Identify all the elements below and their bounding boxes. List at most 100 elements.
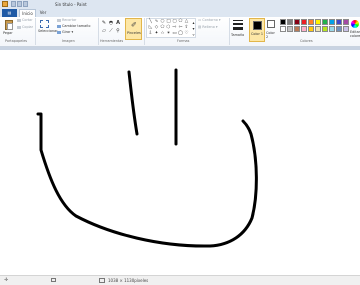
tools-group-label: Herramientas	[100, 39, 124, 43]
color-wheel-icon	[351, 20, 359, 28]
fill-button[interactable]: ▧ Relleno ▾	[198, 25, 218, 29]
rectangle-shape-icon[interactable]: □	[166, 19, 171, 24]
palette-swatch[interactable]	[322, 19, 328, 25]
line-shape-icon[interactable]: ╲	[148, 19, 153, 24]
scissors-icon	[17, 18, 21, 22]
oval-shape-icon[interactable]: ○	[160, 19, 165, 24]
drawing-canvas[interactable]	[0, 50, 360, 275]
paint-app-icon[interactable]	[2, 1, 8, 7]
color-palette	[280, 19, 350, 41]
palette-swatch[interactable]	[280, 26, 286, 32]
workspace	[0, 47, 360, 275]
redo-quick-icon[interactable]	[23, 1, 28, 7]
tab-home[interactable]: Inicio	[19, 9, 36, 17]
triangle-shape-icon[interactable]: △	[184, 19, 189, 24]
tab-view[interactable]: Ver	[37, 9, 49, 17]
palette-swatch[interactable]	[336, 19, 342, 25]
left-eye-stroke	[127, 70, 139, 136]
expand-gallery-icon[interactable]: ▿	[191, 32, 196, 37]
color-picker-icon[interactable]: ⟋	[108, 28, 114, 34]
color2-label: Color 2	[266, 31, 275, 39]
size-button[interactable]: Tamaño	[231, 18, 245, 40]
rounded-rect-shape-icon[interactable]: ▢	[172, 19, 177, 24]
scroll-down-icon[interactable]: ▾	[191, 26, 196, 31]
cut-button[interactable]: Cortar	[17, 18, 33, 22]
palette-swatch[interactable]	[287, 19, 293, 25]
heart-shape-icon[interactable]: ♡	[184, 31, 189, 36]
rotate-label: Girar	[62, 30, 71, 34]
star-four-shape-icon[interactable]: ✦	[154, 31, 159, 36]
brushes-button[interactable]: ✐ Pinceles	[125, 18, 142, 40]
palette-swatch[interactable]	[301, 19, 307, 25]
star-six-shape-icon[interactable]: ✶	[166, 31, 171, 36]
thick-line-icon	[233, 27, 243, 30]
shapes-group-label: Formas	[177, 39, 190, 43]
palette-swatch[interactable]	[343, 26, 349, 32]
palette-swatch[interactable]	[294, 26, 300, 32]
palette-swatch[interactable]	[329, 19, 335, 25]
crop-icon	[57, 18, 61, 22]
pentagon-shape-icon[interactable]: ⬠	[160, 25, 165, 30]
palette-swatch[interactable]	[294, 19, 300, 25]
fill-bucket-icon[interactable]: ◓	[108, 20, 114, 26]
crop-label: Recortar	[62, 18, 77, 22]
brush-icon: ✐	[131, 21, 137, 29]
save-quick-icon[interactable]	[11, 1, 16, 7]
up-arrow-shape-icon[interactable]: ⇧	[184, 25, 189, 30]
fill-label: Relleno	[202, 25, 215, 29]
text-tool-icon[interactable]: A	[115, 20, 121, 26]
palette-swatch[interactable]	[329, 26, 335, 32]
window-title: Sin título - Paint	[55, 2, 87, 7]
paste-button[interactable]: Pegar	[3, 19, 15, 35]
diamond-shape-icon[interactable]: ◇	[154, 25, 159, 30]
selection-icon	[40, 20, 49, 28]
right-arrow-shape-icon[interactable]: ⇨	[172, 25, 177, 30]
hexagon-shape-icon[interactable]: ⬡	[166, 25, 171, 30]
palette-swatch[interactable]	[315, 19, 321, 25]
oval-callout-shape-icon[interactable]: ◯	[178, 31, 183, 36]
magnifier-icon[interactable]: ⚲	[115, 28, 121, 34]
ribbon: Pegar Cortar Copiar Portapapeles Selecci…	[0, 17, 360, 47]
edit-colors-button[interactable]: Editar colores	[350, 19, 360, 41]
copy-button[interactable]: Copiar	[17, 25, 33, 29]
cursor-position-icon: ✛	[4, 277, 9, 283]
palette-swatch[interactable]	[280, 19, 286, 25]
resize-icon	[57, 24, 61, 28]
select-button[interactable]: Seleccionar	[38, 19, 58, 37]
down-arrow-shape-icon[interactable]: ⇩	[148, 31, 153, 36]
left-arrow-shape-icon[interactable]: ⇦	[178, 25, 183, 30]
color2-button[interactable]: Color 2	[265, 18, 278, 42]
palette-swatch[interactable]	[336, 26, 342, 32]
file-menu-button[interactable]: ▤	[2, 9, 17, 17]
palette-swatch[interactable]	[343, 19, 349, 25]
outline-button[interactable]: ▭ Contorno ▾	[198, 18, 221, 22]
eraser-icon[interactable]: ▱	[101, 28, 107, 34]
ribbon-tabs: ▤ Inicio Ver	[0, 9, 360, 17]
resize-button[interactable]: Cambiar tamaño	[57, 24, 90, 28]
palette-swatch[interactable]	[322, 26, 328, 32]
medium-line-icon	[233, 23, 243, 25]
rotate-button[interactable]: Girar ▾	[57, 30, 73, 34]
polygon-shape-icon[interactable]: ⬠	[178, 19, 183, 24]
pencil-icon[interactable]: ✎	[101, 20, 107, 26]
palette-swatch[interactable]	[308, 19, 314, 25]
callout-shape-icon[interactable]: ▭	[172, 31, 177, 36]
palette-swatch[interactable]	[301, 26, 307, 32]
curve-shape-icon[interactable]: ∿	[154, 19, 159, 24]
canvas-size-icon	[99, 278, 105, 283]
copy-label: Copiar	[22, 25, 34, 29]
undo-quick-icon[interactable]	[17, 1, 22, 7]
right-triangle-shape-icon[interactable]: ◺	[148, 25, 153, 30]
scroll-up-icon[interactable]: ▴	[191, 20, 196, 25]
crop-button[interactable]: Recortar	[57, 18, 76, 22]
drawing-strokes	[36, 68, 258, 248]
palette-swatch[interactable]	[287, 26, 293, 32]
tools-grid: ✎ ◓ A ▱ ⟋ ⚲	[101, 20, 125, 36]
palette-swatch[interactable]	[308, 26, 314, 32]
status-bar: ✛ 1038 × 1130píxeles	[0, 275, 360, 285]
group-divider	[98, 18, 99, 45]
palette-swatch[interactable]	[315, 26, 321, 32]
star-five-shape-icon[interactable]: ☆	[160, 31, 165, 36]
color1-button[interactable]: Color 1	[249, 18, 265, 42]
image-group-label: Imagen	[62, 39, 75, 43]
